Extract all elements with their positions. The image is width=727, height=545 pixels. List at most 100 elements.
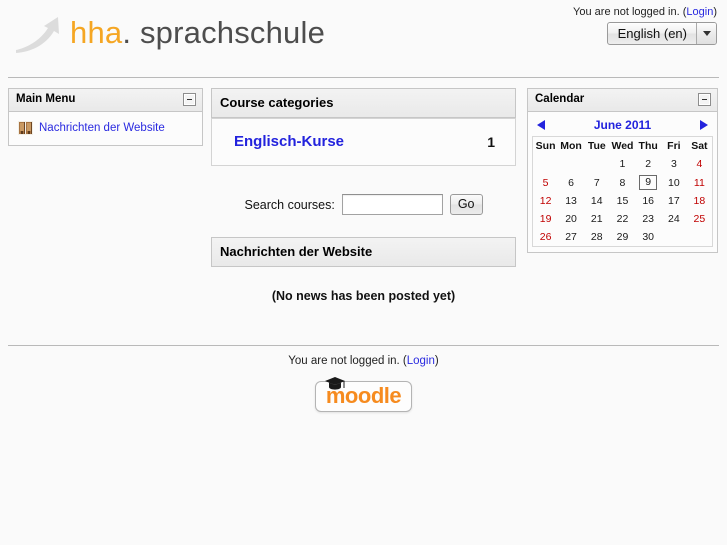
site-header: hha. sprachschule You are not logged in.… <box>0 0 727 78</box>
calendar-table: Sun Mon Tue Wed Thu Fri Sat 1 2 3 4 5 6 7 8 9 10 1… <box>532 136 713 247</box>
calendar-day-cell[interactable]: 4 <box>687 155 713 173</box>
footer-divider <box>8 345 719 346</box>
calendar-nav: June 2011 <box>532 116 713 136</box>
site-logo[interactable]: hha. sprachschule <box>14 8 325 56</box>
calendar-title: Calendar <box>535 93 585 105</box>
calendar-day-cell[interactable]: 2 <box>635 155 661 173</box>
calendar-day-cell[interactable]: 24 <box>661 210 687 228</box>
sidebar-item-label[interactable]: Nachrichten der Website <box>39 122 165 134</box>
calendar-day-cell[interactable]: 30 <box>635 228 661 247</box>
calendar-empty-cell <box>661 228 687 247</box>
calendar-day-cell[interactable]: 18 <box>687 192 713 210</box>
calendar-day-cell[interactable]: 3 <box>661 155 687 173</box>
calendar-day-cell[interactable]: 6 <box>558 173 584 192</box>
calendar-weekday: Tue <box>587 140 606 152</box>
calendar-day-cell[interactable]: 19 <box>533 210 559 228</box>
calendar-day-cell[interactable]: 13 <box>558 192 584 210</box>
collapse-minus-icon[interactable] <box>698 93 711 106</box>
moodle-wordmark: moodle <box>324 377 402 407</box>
search-input[interactable] <box>341 194 443 215</box>
search-go-button[interactable]: Go <box>449 194 483 215</box>
block-course-categories: Course categories <box>211 88 516 118</box>
calendar-weekday: Sun <box>535 140 556 152</box>
brand-rest: sprachschule <box>131 14 326 50</box>
calendar-weekday: Mon <box>560 140 582 152</box>
login-status-text: You are not logged in. ( <box>288 355 407 367</box>
login-link-footer[interactable]: Login <box>407 355 435 367</box>
calendar-weekday: Fri <box>667 140 681 152</box>
calendar-weekday: Wed <box>611 140 634 152</box>
chevron-down-icon[interactable] <box>696 23 716 44</box>
block-main-menu-header: Main Menu <box>9 89 202 112</box>
block-main-menu-title: Main Menu <box>16 93 76 105</box>
course-search-row: Search courses: Go <box>211 194 516 215</box>
calendar-week-row: 1234 <box>533 155 713 173</box>
login-status-text: You are not logged in. ( <box>573 6 687 18</box>
left-sidebar: Main Menu Nachrichten der Website <box>8 88 203 158</box>
calendar-week-row: 12 13 14 15 16 17 18 <box>533 192 713 210</box>
site-footer: You are not logged in. (Login) moodle <box>0 355 727 412</box>
calendar-day-cell[interactable]: 29 <box>610 228 636 247</box>
calendar-empty-cell <box>533 155 559 173</box>
calendar-weekday-row: Sun Mon Tue Wed Thu Fri Sat <box>533 137 713 156</box>
graduation-cap-icon <box>324 377 345 390</box>
block-main-menu-body: Nachrichten der Website <box>9 112 202 145</box>
calendar-empty-cell <box>558 155 584 173</box>
calendar-day-cell[interactable]: 27 <box>558 228 584 247</box>
calendar-day-cell[interactable]: 9 <box>635 173 661 192</box>
site-news-title: Nachrichten der Website <box>220 244 373 259</box>
main-content: Course categories Englisch-Kurse 1 Searc… <box>211 88 516 313</box>
calendar-day-cell[interactable]: 10 <box>661 173 687 192</box>
sidebar-item-nachrichten[interactable]: Nachrichten der Website <box>16 119 196 137</box>
calendar-weekday: Thu <box>638 140 658 152</box>
course-categories-title: Course categories <box>220 95 334 110</box>
forum-icon <box>18 121 33 135</box>
collapse-minus-icon[interactable] <box>183 93 196 106</box>
course-categories-header: Course categories <box>212 89 515 118</box>
calendar-day-cell[interactable]: 25 <box>687 210 713 228</box>
calendar-day-cell[interactable]: 26 <box>533 228 559 247</box>
calendar-day-cell[interactable]: 8 <box>610 173 636 192</box>
calendar-month-label[interactable]: June 2011 <box>594 118 651 132</box>
brand-dot: . <box>122 14 132 50</box>
calendar-day-cell[interactable]: 17 <box>661 192 687 210</box>
calendar-empty-cell <box>584 155 610 173</box>
growth-arrow-icon <box>16 17 59 53</box>
calendar-day-cell[interactable]: 16 <box>635 192 661 210</box>
login-status-close: ) <box>713 6 717 18</box>
language-select[interactable]: English (en) <box>606 22 717 45</box>
calendar-days-body: 1 2 3 4 5 6 7 8 9 10 11 12 13 14 15 16 17 18 19 20 21 22 23 24 2… <box>533 155 713 247</box>
header-right-area: You are not logged in. (Login) English (… <box>573 6 717 45</box>
calendar-day-cell[interactable]: 1 <box>610 155 636 173</box>
course-category-row[interactable]: Englisch-Kurse 1 <box>211 118 516 166</box>
login-status-footer: You are not logged in. (Login) <box>0 355 727 367</box>
right-sidebar: Calendar June 2011 Sun Mon Tue Wed Thu F… <box>527 88 718 265</box>
login-status-header: You are not logged in. (Login) <box>573 6 717 18</box>
block-calendar: Calendar June 2011 Sun Mon Tue Wed Thu F… <box>527 88 718 253</box>
login-status-close: ) <box>434 355 439 367</box>
calendar-day-cell[interactable]: 14 <box>584 192 610 210</box>
block-site-news: Nachrichten der Website <box>211 237 516 267</box>
calendar-day-cell[interactable]: 22 <box>610 210 636 228</box>
calendar-day-cell[interactable]: 28 <box>584 228 610 247</box>
calendar-day-cell[interactable]: 7 <box>584 173 610 192</box>
triangle-left-icon[interactable] <box>537 120 545 130</box>
calendar-day-cell[interactable]: 20 <box>558 210 584 228</box>
calendar-day-cell[interactable]: 15 <box>610 192 636 210</box>
calendar-empty-cell <box>687 228 713 247</box>
calendar-today-marker: 9 <box>639 175 658 190</box>
calendar-day-cell[interactable]: 21 <box>584 210 610 228</box>
calendar-day-cell[interactable]: 5 <box>533 173 559 192</box>
calendar-header: Calendar <box>528 89 717 112</box>
calendar-week-row: 19 20 21 22 23 24 25 <box>533 210 713 228</box>
course-category-name[interactable]: Englisch-Kurse <box>234 133 344 150</box>
calendar-day-cell[interactable]: 11 <box>687 173 713 192</box>
calendar-day-cell[interactable]: 12 <box>533 192 559 210</box>
triangle-right-icon[interactable] <box>700 120 708 130</box>
moodle-logo[interactable]: moodle <box>314 377 413 412</box>
login-link-header[interactable]: Login <box>686 6 713 18</box>
calendar-day-cell[interactable]: 23 <box>635 210 661 228</box>
header-divider <box>8 77 719 78</box>
search-label: Search courses: <box>244 197 335 212</box>
course-category-count: 1 <box>487 133 495 150</box>
